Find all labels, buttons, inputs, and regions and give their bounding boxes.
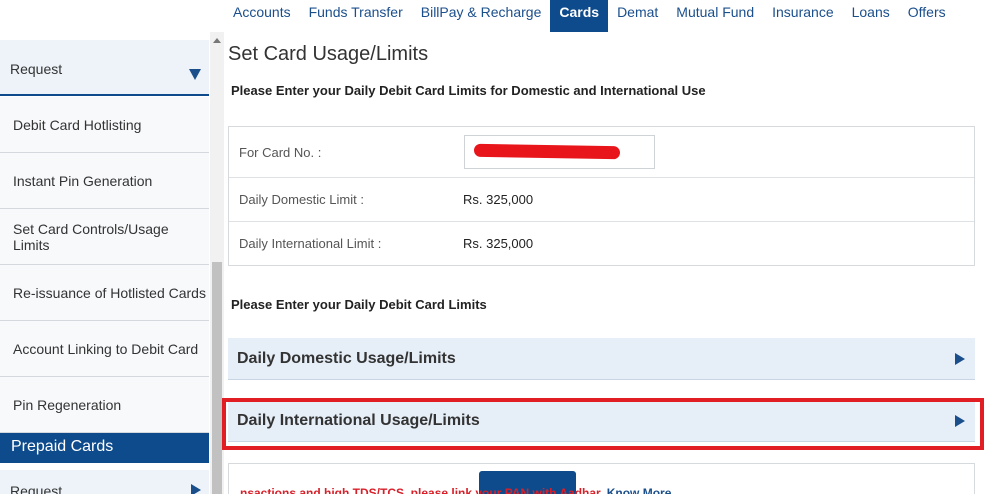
sidebar-item-label: Set Card Controls/Usage Limits: [13, 220, 169, 253]
sidebar-item-label: Re-issuance of Hotlisted Cards: [13, 284, 206, 301]
nav-insurance[interactable]: Insurance: [763, 0, 842, 32]
international-limit-label: Daily International Limit :: [239, 236, 382, 251]
news-ticker: nsactions and high TDS/TCS, please link …: [236, 486, 1007, 494]
domestic-limit-value: Rs. 325,000: [463, 192, 534, 207]
domestic-limit-row: Daily Domestic Limit : Rs. 325,000: [229, 178, 974, 222]
main-content: Set Card Usage/Limits Please Enter your …: [228, 32, 1007, 494]
domestic-usage-label: Daily Domestic Usage/Limits: [237, 350, 456, 367]
domestic-limit-label: Daily Domestic Limit :: [239, 192, 364, 207]
sidebar-item-instant-pin-generation[interactable]: Instant Pin Generation: [0, 153, 209, 209]
nav-cards[interactable]: Cards: [550, 0, 609, 32]
card-number-row: For Card No. :: [229, 127, 974, 178]
nav-mutual-fund[interactable]: Mutual Fund: [667, 0, 763, 32]
international-limit-value: Rs. 325,000: [463, 236, 534, 251]
redaction-mark: [473, 143, 621, 160]
section-subtitle: Please Enter your Daily Debit Card Limit…: [231, 297, 487, 312]
ticker-content: nsactions and high TDS/TCS, please link …: [240, 486, 671, 494]
nav-loans[interactable]: Loans: [843, 0, 899, 32]
sidebar-prepaid-label: Prepaid Cards: [11, 438, 114, 455]
scroll-thumb[interactable]: [212, 262, 222, 494]
international-usage-accordion[interactable]: Daily International Usage/Limits: [228, 400, 975, 442]
card-number-label: For Card No. :: [239, 145, 322, 160]
nav-offers[interactable]: Offers: [899, 0, 955, 32]
international-limit-row: Daily International Limit : Rs. 325,000: [229, 222, 974, 266]
international-usage-label: Daily International Usage/Limits: [237, 412, 480, 429]
top-navigation: Accounts Funds Transfer BillPay & Rechar…: [0, 0, 1007, 32]
page-title: Set Card Usage/Limits: [228, 43, 429, 65]
sidebar-item-label: Debit Card Hotlisting: [13, 116, 142, 133]
nav-accounts[interactable]: Accounts: [224, 0, 300, 32]
scroll-up-arrow-icon[interactable]: [213, 38, 221, 43]
domestic-usage-accordion[interactable]: Daily Domestic Usage/Limits: [228, 338, 975, 380]
sidebar-prepaid-request[interactable]: Request: [0, 470, 209, 494]
sidebar-prepaid-cards-header[interactable]: Prepaid Cards: [0, 433, 209, 463]
sidebar-scrollbar[interactable]: [210, 32, 224, 494]
sidebar-item-account-linking[interactable]: Account Linking to Debit Card: [0, 321, 209, 377]
sidebar-item-pin-regeneration[interactable]: Pin Regeneration: [0, 377, 209, 433]
triangle-right-icon: [955, 415, 965, 427]
triangle-right-icon: [955, 353, 965, 365]
sidebar-request-label: Request: [10, 61, 63, 77]
sidebar-item-label: Pin Regeneration: [13, 396, 122, 413]
triangle-right-icon: [191, 484, 201, 494]
page-subtitle: Please Enter your Daily Debit Card Limit…: [231, 83, 706, 98]
nav-demat[interactable]: Demat: [608, 0, 667, 32]
ticker-text: nsactions and high TDS/TCS, please link …: [240, 486, 607, 494]
card-number-field[interactable]: [464, 135, 655, 169]
card-details-box: For Card No. : Daily Domestic Limit : Rs…: [228, 126, 975, 266]
top-nav-list: Accounts Funds Transfer BillPay & Rechar…: [224, 0, 955, 32]
nav-funds-transfer[interactable]: Funds Transfer: [300, 0, 412, 32]
sidebar-item-debit-card-hotlisting[interactable]: Debit Card Hotlisting: [0, 97, 209, 153]
sidebar-item-reissuance-hotlisted-cards[interactable]: Re-issuance of Hotlisted Cards: [0, 265, 209, 321]
ticker-know-more-link[interactable]: Know More: [607, 486, 672, 494]
nav-billpay-recharge[interactable]: BillPay & Recharge: [412, 0, 551, 32]
sidebar-item-set-card-controls[interactable]: Set Card Controls/Usage Limits: [0, 209, 209, 265]
sidebar-request-header[interactable]: Request: [0, 40, 209, 96]
chevron-down-icon: [189, 69, 201, 80]
sidebar-item-label: Instant Pin Generation: [13, 172, 153, 189]
sidebar: Request Debit Card Hotlisting Instant Pi…: [0, 32, 209, 494]
sidebar-item-label: Account Linking to Debit Card: [13, 340, 199, 357]
sidebar-prepaid-request-label: Request: [10, 483, 63, 494]
